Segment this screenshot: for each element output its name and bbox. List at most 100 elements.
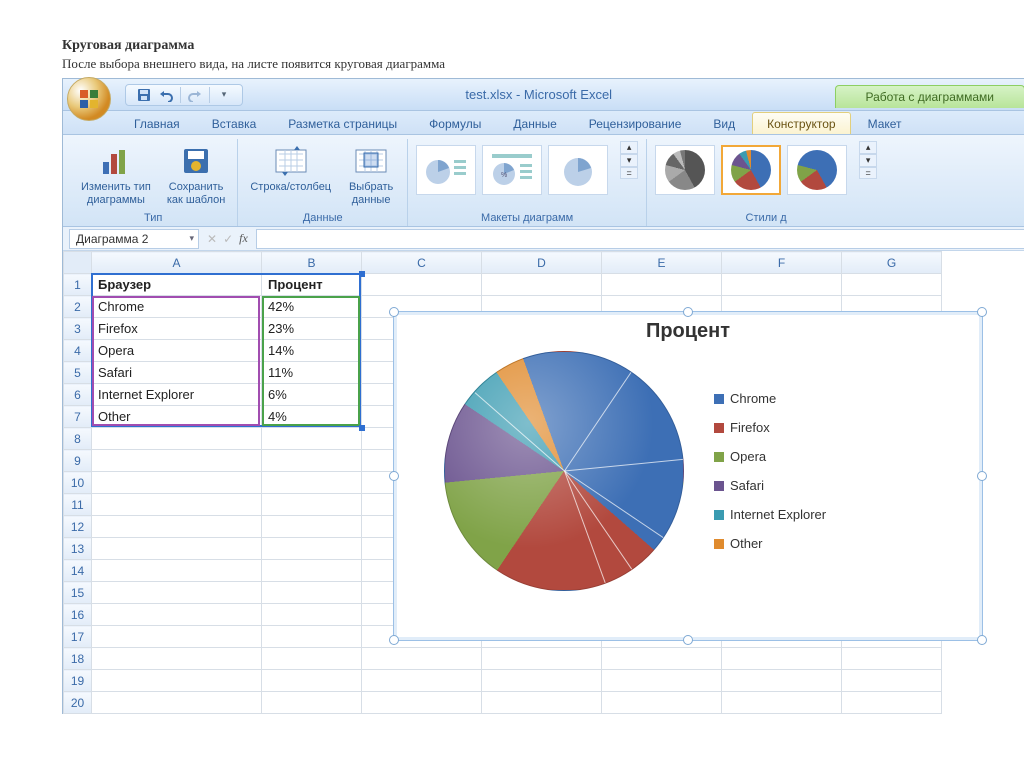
cell-A14[interactable] xyxy=(92,560,262,582)
select-all-corner[interactable] xyxy=(64,252,92,274)
cell-B17[interactable] xyxy=(262,626,362,648)
col-header-B[interactable]: B xyxy=(262,252,362,274)
row-header-10[interactable]: 10 xyxy=(64,472,92,494)
tab-данные[interactable]: Данные xyxy=(498,112,571,134)
cell-A9[interactable] xyxy=(92,450,262,472)
chart-layout-thumb[interactable] xyxy=(548,145,608,195)
chart-layout-thumb[interactable] xyxy=(416,145,476,195)
layouts-scroll[interactable]: ▴▾= xyxy=(620,141,638,179)
tab-разметка страницы[interactable]: Разметка страницы xyxy=(273,112,412,134)
cell-B15[interactable] xyxy=(262,582,362,604)
cell-A8[interactable] xyxy=(92,428,262,450)
tab-рецензирование[interactable]: Рецензирование xyxy=(574,112,697,134)
chart-style-thumb[interactable] xyxy=(787,145,847,195)
cell-C1[interactable] xyxy=(362,274,482,296)
cell-A12[interactable] xyxy=(92,516,262,538)
qat-customize-icon[interactable]: ▾ xyxy=(214,86,234,104)
cell-E19[interactable] xyxy=(602,670,722,692)
row-header-15[interactable]: 15 xyxy=(64,582,92,604)
row-header-20[interactable]: 20 xyxy=(64,692,92,714)
cell-F1[interactable] xyxy=(722,274,842,296)
row-header-9[interactable]: 9 xyxy=(64,450,92,472)
formula-bar[interactable] xyxy=(256,229,1024,249)
cell-A17[interactable] xyxy=(92,626,262,648)
qat-redo-icon[interactable] xyxy=(185,86,205,104)
col-header-C[interactable]: C xyxy=(362,252,482,274)
cell-B18[interactable] xyxy=(262,648,362,670)
cell-B11[interactable] xyxy=(262,494,362,516)
cell-A20[interactable] xyxy=(92,692,262,714)
chart-style-thumb[interactable] xyxy=(655,145,715,195)
cell-B16[interactable] xyxy=(262,604,362,626)
tab-формулы[interactable]: Формулы xyxy=(414,112,496,134)
qat-undo-icon[interactable] xyxy=(156,86,176,104)
cell-A15[interactable] xyxy=(92,582,262,604)
cell-B14[interactable] xyxy=(262,560,362,582)
legend-item[interactable]: Safari xyxy=(714,478,972,493)
col-header-A[interactable]: A xyxy=(92,252,262,274)
cell-B20[interactable] xyxy=(262,692,362,714)
row-header-5[interactable]: 5 xyxy=(64,362,92,384)
row-header-18[interactable]: 18 xyxy=(64,648,92,670)
row-header-17[interactable]: 17 xyxy=(64,626,92,648)
cell-A10[interactable] xyxy=(92,472,262,494)
tab-макет[interactable]: Макет xyxy=(853,112,917,134)
cell-A16[interactable] xyxy=(92,604,262,626)
legend-item[interactable]: Opera xyxy=(714,449,972,464)
legend-item[interactable]: Other xyxy=(714,536,972,551)
cell-C19[interactable] xyxy=(362,670,482,692)
fx-icon[interactable]: fx xyxy=(239,231,248,246)
row-header-12[interactable]: 12 xyxy=(64,516,92,538)
styles-scroll[interactable]: ▴▾= xyxy=(859,141,877,179)
col-header-G[interactable]: G xyxy=(842,252,942,274)
col-header-F[interactable]: F xyxy=(722,252,842,274)
cell-C20[interactable] xyxy=(362,692,482,714)
row-header-19[interactable]: 19 xyxy=(64,670,92,692)
cell-B10[interactable] xyxy=(262,472,362,494)
chart-title[interactable]: Процент xyxy=(394,312,982,347)
cell-B12[interactable] xyxy=(262,516,362,538)
legend-item[interactable]: Chrome xyxy=(714,391,972,406)
cell-A18[interactable] xyxy=(92,648,262,670)
tab-главная[interactable]: Главная xyxy=(119,112,195,134)
cell-B9[interactable] xyxy=(262,450,362,472)
cell-B13[interactable] xyxy=(262,538,362,560)
tab-вид[interactable]: Вид xyxy=(698,112,750,134)
row-header-11[interactable]: 11 xyxy=(64,494,92,516)
cell-G19[interactable] xyxy=(842,670,942,692)
office-button[interactable] xyxy=(67,77,111,121)
pie-chart[interactable] xyxy=(444,351,684,591)
row-header-8[interactable]: 8 xyxy=(64,428,92,450)
cell-E18[interactable] xyxy=(602,648,722,670)
cell-F20[interactable] xyxy=(722,692,842,714)
tab-вставка[interactable]: Вставка xyxy=(197,112,272,134)
cell-G20[interactable] xyxy=(842,692,942,714)
legend-item[interactable]: Internet Explorer xyxy=(714,507,972,522)
cell-A13[interactable] xyxy=(92,538,262,560)
select-data-button[interactable]: Выбрать данные xyxy=(343,141,399,208)
fx-enter-icon[interactable]: ✓ xyxy=(223,232,233,246)
fx-cancel-icon[interactable]: ✕ xyxy=(207,232,217,246)
chart-object[interactable]: Процент ChromeFirefoxOperaSafariInternet… xyxy=(393,311,983,641)
chart-legend[interactable]: ChromeFirefoxOperaSafariInternet Explore… xyxy=(684,351,972,591)
cell-A11[interactable] xyxy=(92,494,262,516)
worksheet[interactable]: ABCDEFG1БраузерПроцент2Chrome42%3Firefox… xyxy=(63,251,1024,714)
cell-D18[interactable] xyxy=(482,648,602,670)
cell-F19[interactable] xyxy=(722,670,842,692)
cell-E1[interactable] xyxy=(602,274,722,296)
switch-row-col-button[interactable]: Строка/столбец xyxy=(246,141,335,196)
cell-G1[interactable] xyxy=(842,274,942,296)
save-template-button[interactable]: Сохранить как шаблон xyxy=(163,141,230,208)
row-header-7[interactable]: 7 xyxy=(64,406,92,428)
col-header-D[interactable]: D xyxy=(482,252,602,274)
row-header-1[interactable]: 1 xyxy=(64,274,92,296)
cell-G18[interactable] xyxy=(842,648,942,670)
row-header-6[interactable]: 6 xyxy=(64,384,92,406)
cell-F18[interactable] xyxy=(722,648,842,670)
change-chart-type-button[interactable]: Изменить тип диаграммы xyxy=(77,141,155,208)
cell-E20[interactable] xyxy=(602,692,722,714)
row-header-13[interactable]: 13 xyxy=(64,538,92,560)
cell-D1[interactable] xyxy=(482,274,602,296)
chart-layout-thumb[interactable]: % xyxy=(482,145,542,195)
row-header-3[interactable]: 3 xyxy=(64,318,92,340)
